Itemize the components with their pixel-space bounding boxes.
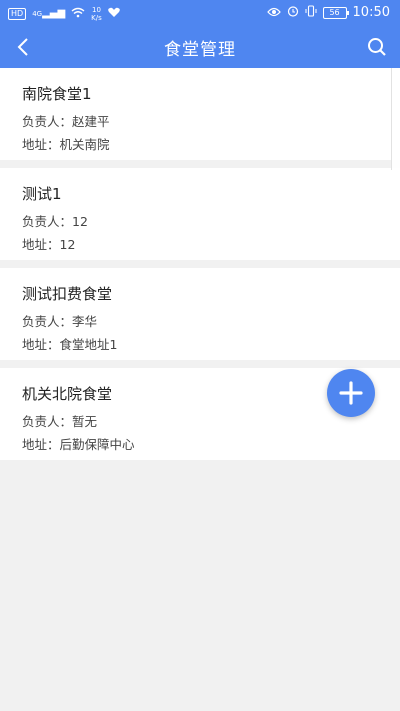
signal-icon: 4G▂▄▆ [32, 8, 66, 19]
search-button[interactable] [362, 32, 392, 62]
heart-icon [107, 7, 120, 21]
network-speed-unit: K/s [91, 14, 102, 22]
canteen-manager: 负责人：李华 [22, 314, 98, 329]
scroll-indicator [391, 68, 400, 170]
network-speed: 10 K/s [91, 6, 102, 22]
add-canteen-button[interactable] [327, 369, 375, 417]
hd-badge: HD [8, 8, 27, 20]
canteen-name: 测试1 [22, 185, 62, 203]
canteen-address: 地址：12 [22, 237, 76, 252]
canteen-name: 南院食堂1 [22, 85, 92, 103]
plus-icon [339, 381, 363, 405]
signal-label: 4G [32, 10, 43, 18]
battery-icon: 56 [322, 6, 349, 19]
search-icon [368, 38, 386, 56]
status-bar-left: HD 4G▂▄▆ 10 K/s [8, 6, 120, 22]
canteen-manager: 负责人：12 [22, 214, 88, 229]
canteen-card[interactable]: 测试扣费食堂 负责人：李华 地址：食堂地址1 [0, 268, 400, 360]
network-speed-value: 10 [92, 6, 101, 14]
nav-bar: 食堂管理 [0, 26, 400, 68]
app-header: HD 4G▂▄▆ 10 K/s 56 10:50 食堂管理 [0, 0, 400, 68]
canteen-manager: 负责人：赵建平 [22, 114, 110, 129]
canteen-manager: 负责人：暂无 [22, 414, 98, 429]
alarm-icon [287, 5, 299, 20]
eye-icon [266, 6, 281, 20]
vibrate-icon [305, 5, 317, 20]
canteen-address: 地址：食堂地址1 [22, 337, 118, 352]
canteen-card[interactable]: 南院食堂1 负责人：赵建平 地址：机关南院 [0, 68, 400, 160]
canteen-name: 测试扣费食堂 [22, 285, 113, 303]
status-bar-right: 56 10:50 [266, 5, 390, 20]
canteen-card[interactable]: 测试1 负责人：12 地址：12 [0, 168, 400, 260]
status-bar: HD 4G▂▄▆ 10 K/s 56 10:50 [0, 0, 400, 26]
page-title: 食堂管理 [164, 40, 236, 60]
wifi-icon [71, 7, 85, 21]
clock: 10:50 [352, 5, 390, 20]
canteen-name: 机关北院食堂 [22, 385, 113, 403]
canteen-address: 地址：后勤保障中心 [22, 437, 135, 452]
canteen-address: 地址：机关南院 [22, 137, 110, 152]
